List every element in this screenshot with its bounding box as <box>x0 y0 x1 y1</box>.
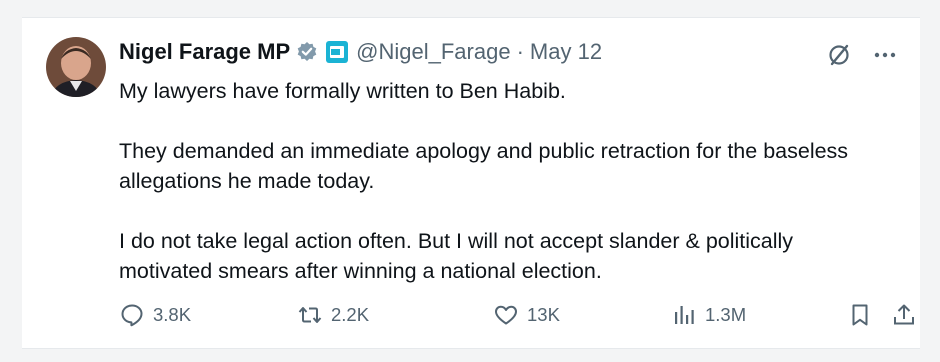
tweet-date[interactable]: May 12 <box>530 39 602 65</box>
tweet-header: Nigel Farage MP @Nigel_Farage · May 12 <box>119 39 602 65</box>
avatar[interactable] <box>46 37 106 97</box>
affiliate-badge-icon[interactable] <box>326 41 349 63</box>
like-button[interactable]: 13K <box>493 302 560 328</box>
tweet-actions: 3.8K 2.2K 13K 1.3M <box>119 302 914 332</box>
repost-count: 2.2K <box>331 304 370 325</box>
reply-icon <box>121 304 143 327</box>
grok-icon[interactable] <box>826 42 852 68</box>
more-icon[interactable] <box>874 51 896 59</box>
verified-badge-icon[interactable] <box>296 41 318 63</box>
views-count: 1.3M <box>705 304 747 325</box>
reply-button[interactable]: 3.8K <box>119 302 191 328</box>
bookmark-button[interactable] <box>847 302 873 328</box>
share-icon <box>894 304 914 325</box>
tweet-paragraph: I do not take legal action often. But I … <box>119 229 794 283</box>
tweet-paragraph: They demanded an immediate apology and p… <box>119 139 849 193</box>
repost-button[interactable]: 2.2K <box>297 302 369 328</box>
tweet-paragraph: My lawyers have formally written to Ben … <box>119 79 566 103</box>
separator-dot: · <box>516 39 524 64</box>
reply-count: 3.8K <box>153 304 192 325</box>
like-icon <box>495 305 517 325</box>
bookmark-icon <box>852 304 868 326</box>
repost-icon <box>298 307 322 323</box>
tweet-card[interactable]: Nigel Farage MP @Nigel_Farage · May 12 M… <box>22 17 920 349</box>
like-count: 13K <box>527 304 560 325</box>
author-handle[interactable]: @Nigel_Farage <box>356 39 510 65</box>
views-icon <box>675 306 694 324</box>
share-button[interactable] <box>891 302 917 328</box>
author-name[interactable]: Nigel Farage MP <box>119 39 290 65</box>
tweet-top-icons <box>826 42 896 68</box>
tweet-text: My lawyers have formally written to Ben … <box>119 76 879 286</box>
views-button[interactable]: 1.3M <box>671 302 746 328</box>
